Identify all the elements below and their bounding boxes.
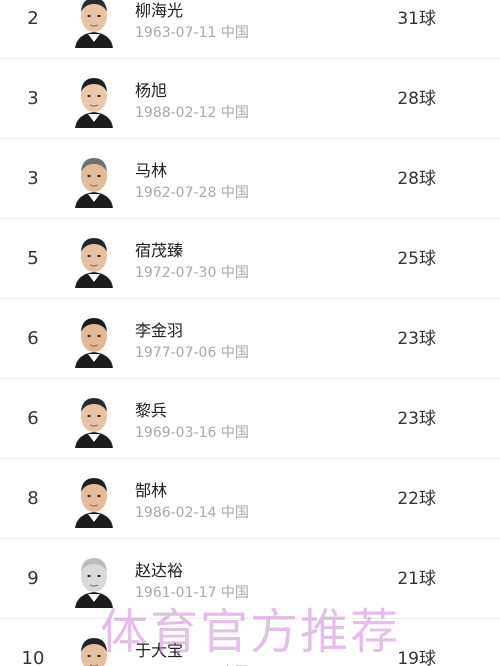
ranking-row[interactable]: 3 马林 1962-07-28 中国 28球 [0, 139, 500, 219]
player-name: 马林 [135, 161, 168, 180]
rank-number: 10 [21, 648, 45, 666]
player-birthdate: 1961-01-17 [135, 585, 217, 601]
player-goals: 22球 [397, 489, 436, 509]
player-avatar [73, 150, 115, 208]
player-name: 柳海光 [135, 1, 184, 20]
player-birthdate: 1963-07-11 [135, 25, 217, 41]
player-meta: 1986-02-14 中国 [135, 502, 249, 522]
player-meta: 1988-04-18 中国 [135, 662, 249, 666]
rank-number: 3 [27, 168, 39, 189]
player-meta: 1977-07-06 中国 [135, 342, 249, 362]
player-birthdate: 1986-02-14 [135, 505, 217, 521]
player-name: 黎兵 [135, 401, 168, 420]
rank-number: 2 [27, 8, 39, 29]
player-name: 杨旭 [135, 81, 168, 100]
rank-number: 8 [27, 488, 39, 509]
player-avatar [73, 630, 115, 666]
player-country: 中国 [220, 425, 249, 441]
player-avatar [73, 0, 115, 48]
player-meta: 1969-03-16 中国 [135, 422, 249, 442]
player-birthdate: 1972-07-30 [135, 265, 217, 281]
player-name: 李金羽 [135, 321, 184, 340]
player-birthdate: 1988-02-12 [135, 105, 217, 121]
ranking-row[interactable]: 5 宿茂臻 1972-07-30 中国 25球 [0, 219, 500, 299]
player-meta: 1972-07-30 中国 [135, 262, 249, 282]
player-name: 赵达裕 [135, 561, 184, 580]
rank-number: 5 [27, 248, 39, 269]
rank-number: 6 [27, 408, 39, 429]
player-avatar [73, 310, 115, 368]
player-goals: 31球 [397, 9, 436, 29]
rank-number: 9 [27, 568, 39, 589]
player-country: 中国 [220, 265, 249, 281]
player-avatar [73, 470, 115, 528]
player-goals: 23球 [397, 329, 436, 349]
player-birthdate: 1962-07-28 [135, 185, 217, 201]
rank-number: 6 [27, 328, 39, 349]
ranking-row[interactable]: 9 赵达裕 1961-01-17 中国 21球 [0, 539, 500, 619]
player-goals: 28球 [397, 169, 436, 189]
player-country: 中国 [220, 25, 249, 41]
player-country: 中国 [220, 505, 249, 521]
ranking-row[interactable]: 2 柳海光 1963-07-11 中国 31球 [0, 0, 500, 59]
player-birthdate: 1977-07-06 [135, 345, 217, 361]
player-avatar [73, 550, 115, 608]
player-name: 于大宝 [135, 641, 184, 660]
player-meta: 1988-02-12 中国 [135, 102, 249, 122]
ranking-row[interactable]: 6 李金羽 1977-07-06 中国 23球 [0, 299, 500, 379]
rank-number: 3 [27, 88, 39, 109]
player-country: 中国 [220, 105, 249, 121]
ranking-row[interactable]: 3 杨旭 1988-02-12 中国 28球 [0, 59, 500, 139]
player-country: 中国 [220, 345, 249, 361]
player-goals: 28球 [397, 89, 436, 109]
ranking-row[interactable]: 10 于大宝 1988-04-18 中国 19球 [0, 619, 500, 666]
player-meta: 1962-07-28 中国 [135, 182, 249, 202]
player-birthdate: 1969-03-16 [135, 425, 217, 441]
player-name: 宿茂臻 [135, 241, 184, 260]
player-avatar [73, 70, 115, 128]
ranking-page: 2 柳海光 1963-07-11 中国 31球 3 杨旭 1988-02-12 中国 28球 3… [0, 0, 500, 666]
ranking-list: 2 柳海光 1963-07-11 中国 31球 3 杨旭 1988-02-12 中国 28球 3… [0, 0, 500, 666]
player-goals: 21球 [397, 569, 436, 589]
player-country: 中国 [220, 585, 249, 601]
ranking-row[interactable]: 6 黎兵 1969-03-16 中国 23球 [0, 379, 500, 459]
player-country: 中国 [220, 185, 249, 201]
player-meta: 1963-07-11 中国 [135, 22, 249, 42]
player-avatar [73, 230, 115, 288]
player-goals: 23球 [397, 409, 436, 429]
player-name: 郜林 [135, 481, 168, 500]
player-avatar [73, 390, 115, 448]
ranking-row[interactable]: 8 郜林 1986-02-14 中国 22球 [0, 459, 500, 539]
player-goals: 19球 [397, 649, 436, 666]
player-meta: 1961-01-17 中国 [135, 582, 249, 602]
player-goals: 25球 [397, 249, 436, 269]
